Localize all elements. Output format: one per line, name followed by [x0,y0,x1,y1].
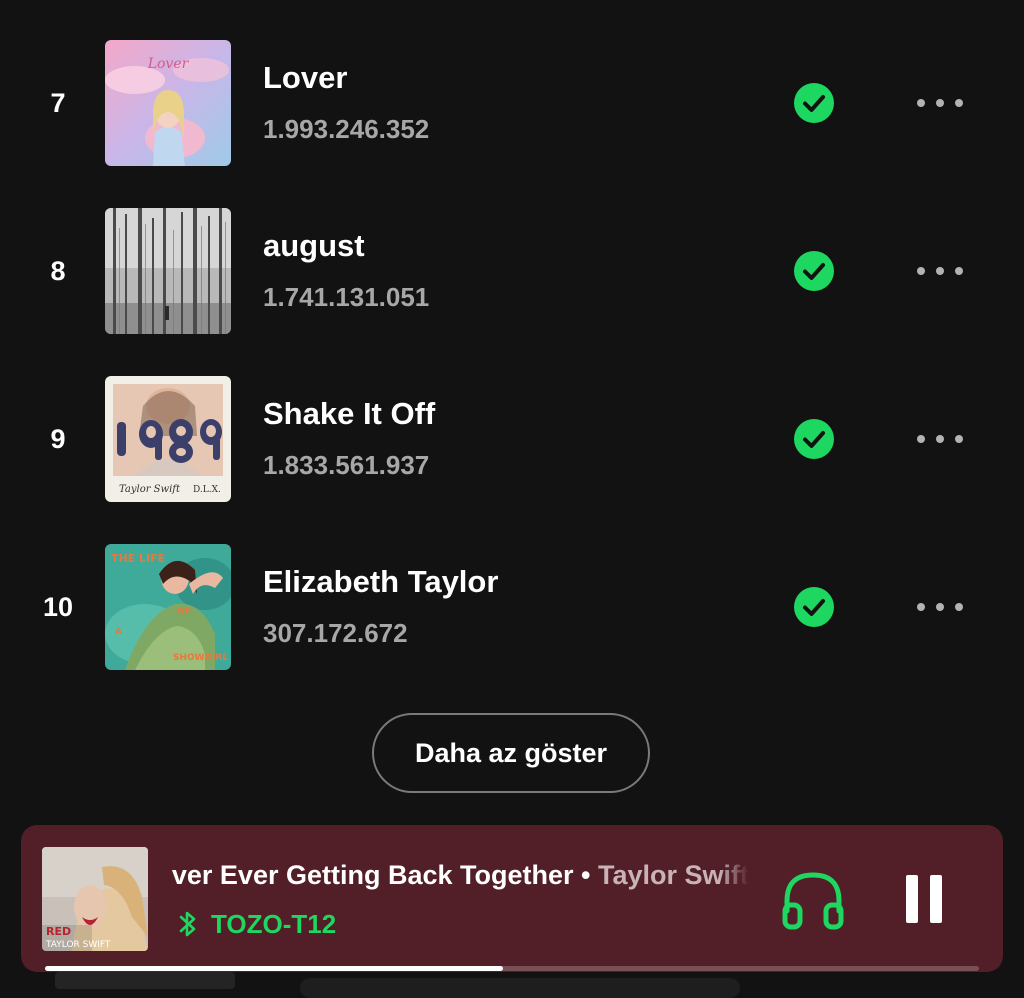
playback-progress-bar[interactable] [45,966,979,971]
track-title: Shake It Off [263,396,436,431]
track-title: Elizabeth Taylor [263,564,499,599]
more-options-icon[interactable] [904,251,976,291]
more-options-icon[interactable] [904,83,976,123]
svg-text:Lover: Lover [147,56,190,72]
obscured-button [300,978,740,998]
track-play-count: 1.993.246.352 [263,114,430,144]
title-fade [719,855,749,895]
title-separator: • [573,860,598,890]
track-number: 9 [50,424,66,454]
track-row[interactable]: 10 THE LIFE OF A SHOWGIRL Elizabeth Tayl… [0,544,1024,670]
saved-check-icon[interactable] [794,419,834,459]
playback-progress-fill [45,966,503,971]
album-art: THE LIFE OF A SHOWGIRL [105,544,231,670]
track-play-count: 307.172.672 [263,618,408,648]
obscured-text [55,972,235,989]
svg-text:OF: OF [177,607,191,617]
svg-text:A: A [115,627,122,637]
saved-check-icon[interactable] [794,251,834,291]
track-row[interactable]: 9 Taylor Swift D.L.X. Shake It Off 1.833… [0,376,1024,502]
svg-text:D.L.X.: D.L.X. [193,485,221,495]
svg-text:RED: RED [46,925,71,938]
connected-device[interactable]: TOZO-T12 [171,905,336,943]
bluetooth-icon [179,911,196,937]
album-art: Taylor Swift D.L.X. [105,376,231,502]
track-number: 8 [50,256,66,286]
track-title: august [263,228,365,263]
svg-text:THE LIFE: THE LIFE [111,552,165,565]
track-number: 10 [42,592,74,622]
now-playing-title[interactable]: Never Ever Getting Back Together • Taylo… [171,855,749,895]
track-play-count: 1.833.561.937 [263,450,430,480]
album-art: Lover [105,40,231,166]
track-number: 7 [50,88,66,118]
svg-text:SHOWGIRL: SHOWGIRL [173,653,228,663]
track-play-count: 1.741.131.051 [263,282,430,312]
track-row[interactable]: 8 august 1.741.131.051 [0,208,1024,334]
headphones-icon[interactable] [779,867,847,933]
track-row[interactable]: 7 Lover Lover 1.993.246.352 [0,40,1024,166]
svg-text:Taylor Swift: Taylor Swift [119,484,181,495]
now-playing-song: Never Ever Getting Back Together [171,860,574,890]
more-options-icon[interactable] [904,587,976,627]
more-options-icon[interactable] [904,419,976,459]
pause-icon[interactable] [899,873,949,925]
album-art [105,208,231,334]
show-less-button[interactable]: Daha az göster [372,713,650,793]
saved-check-icon[interactable] [794,83,834,123]
now-playing-album-art[interactable]: RED TAYLOR SWIFT [42,847,148,951]
track-title: Lover [263,60,348,95]
device-name: TOZO-T12 [211,908,337,939]
saved-check-icon[interactable] [794,587,834,627]
now-playing-bar[interactable]: RED TAYLOR SWIFT Never Ever Getting Back… [21,825,1003,972]
svg-text:TAYLOR SWIFT: TAYLOR SWIFT [45,940,111,950]
